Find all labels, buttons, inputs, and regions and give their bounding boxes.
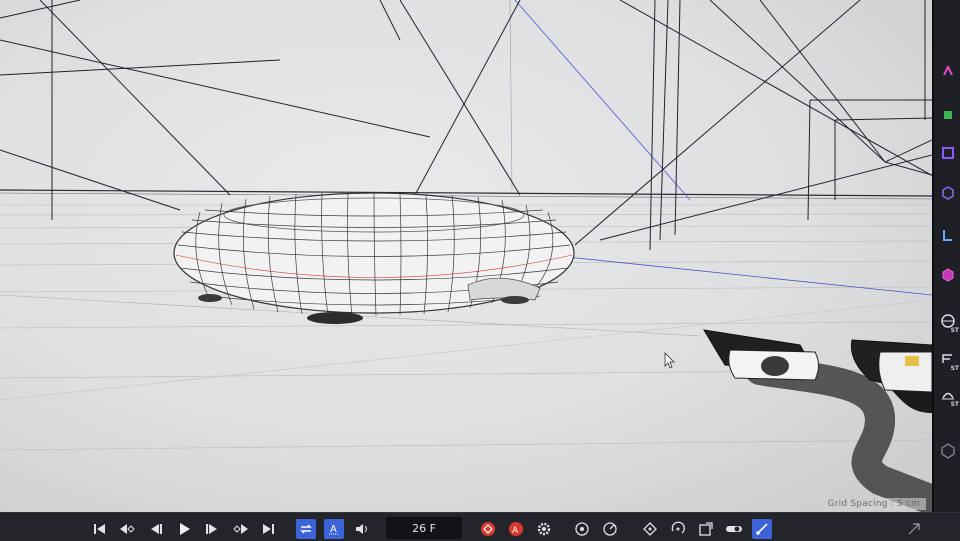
motion-path-icon[interactable] — [572, 519, 592, 539]
blue-axis-line — [514, 0, 691, 201]
move-keyframe-icon[interactable] — [640, 519, 660, 539]
go-to-start-icon[interactable] — [90, 519, 110, 539]
light-icon[interactable] — [936, 262, 960, 288]
timeline-bar: A 26 F A — [0, 512, 960, 541]
deformer-icon[interactable] — [936, 140, 960, 166]
dial-icon[interactable] — [600, 519, 620, 539]
scale-keyframe-icon[interactable] — [696, 519, 716, 539]
hex-tool-icon[interactable] — [936, 438, 960, 464]
grid-spacing-label: Grid Spacing : 5 cm — [821, 498, 926, 510]
mouse-cursor-icon — [664, 352, 675, 369]
rt-badge: ST — [950, 327, 959, 334]
autokey-record-icon[interactable]: A — [506, 519, 526, 539]
previous-keyframe-icon[interactable] — [118, 519, 138, 539]
floor-icon[interactable]: ST — [936, 346, 960, 372]
autokey-a-icon[interactable]: A — [324, 519, 344, 539]
previous-frame-icon[interactable] — [146, 519, 166, 539]
sound-icon[interactable] — [352, 519, 372, 539]
loop-icon[interactable] — [296, 519, 316, 539]
brush-tool-icon[interactable] — [752, 519, 772, 539]
rt-badge: ST — [950, 401, 959, 408]
camera-icon[interactable] — [936, 222, 960, 248]
3d-viewport[interactable]: Grid Spacing : 5 cm — [0, 0, 932, 512]
generator-icon[interactable] — [936, 102, 960, 128]
cube-icon[interactable] — [936, 180, 960, 206]
right-toolbar: ST ST ST — [932, 0, 960, 512]
sky-icon[interactable]: ST — [936, 382, 960, 408]
next-keyframe-icon[interactable] — [230, 519, 250, 539]
cable-model — [703, 329, 932, 512]
toggle-icon[interactable] — [724, 519, 744, 539]
expand-icon[interactable] — [904, 519, 924, 539]
rotate-keyframe-icon[interactable] — [668, 519, 688, 539]
current-frame-field[interactable]: 26 F — [386, 517, 462, 539]
svg-text:A: A — [330, 524, 337, 535]
svg-text:A: A — [512, 526, 519, 536]
record-keyframe-icon[interactable] — [478, 519, 498, 539]
keyframe-settings-gear-icon[interactable] — [534, 519, 554, 539]
torus-mesh — [173, 192, 575, 324]
rt-badge: ST — [950, 365, 959, 372]
play-icon[interactable] — [174, 519, 194, 539]
go-to-end-icon[interactable] — [258, 519, 278, 539]
scene-wireframe — [0, 0, 932, 512]
spline-pen-icon[interactable] — [936, 58, 960, 84]
sphere-icon[interactable]: ST — [936, 308, 960, 334]
next-frame-icon[interactable] — [202, 519, 222, 539]
